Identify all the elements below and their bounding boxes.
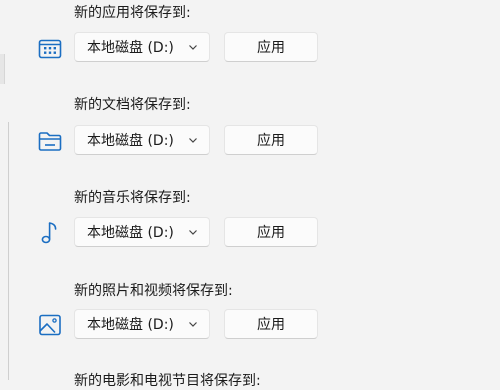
app-icon [36, 35, 64, 63]
photos-videos-save-location-label: 新的照片和视频将保存到: [74, 283, 233, 299]
photos-videos-apply-button[interactable]: 应用 [224, 309, 318, 339]
music-drive-dropdown[interactable]: 本地磁盘 (D:) [74, 217, 210, 247]
documents-drive-value: 本地磁盘 (D:) [87, 133, 174, 149]
music-apply-button[interactable]: 应用 [224, 217, 318, 247]
scrollbar-track[interactable] [8, 122, 9, 380]
apps-save-location-label: 新的应用将保存到: [74, 5, 191, 21]
documents-apply-button[interactable]: 应用 [224, 125, 318, 155]
movies-tv-save-location-label: 新的电影和电视节目将保存到: [74, 373, 261, 389]
apps-drive-dropdown[interactable]: 本地磁盘 (D:) [74, 32, 210, 62]
image-icon [36, 311, 64, 339]
apps-apply-button[interactable]: 应用 [224, 32, 318, 62]
apps-drive-value: 本地磁盘 (D:) [87, 40, 174, 56]
documents-save-location-label: 新的文档将保存到: [74, 97, 191, 113]
documents-drive-dropdown[interactable]: 本地磁盘 (D:) [74, 125, 210, 155]
chevron-down-icon [189, 138, 197, 143]
music-save-location-label: 新的音乐将保存到: [74, 190, 191, 206]
music-note-icon [36, 219, 64, 247]
chevron-down-icon [189, 322, 197, 327]
folder-icon [36, 127, 64, 155]
chevron-down-icon [189, 230, 197, 235]
chevron-down-icon [189, 45, 197, 50]
navigation-pane-edge [0, 54, 5, 84]
photos-videos-drive-dropdown[interactable]: 本地磁盘 (D:) [74, 309, 210, 339]
photos-videos-drive-value: 本地磁盘 (D:) [87, 317, 174, 333]
music-drive-value: 本地磁盘 (D:) [87, 225, 174, 241]
